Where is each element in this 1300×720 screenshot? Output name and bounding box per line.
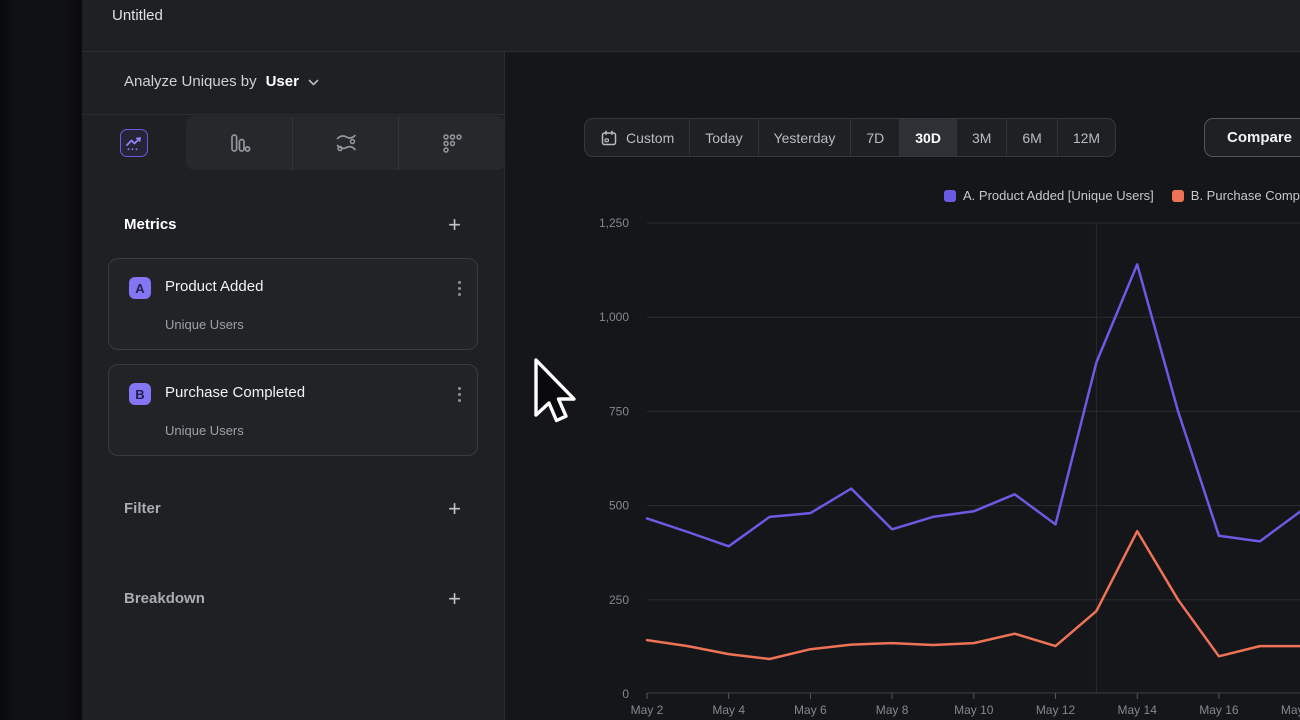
chart-panel: Custom Today Yesterday 7D 30D 3M 6M 12M … (506, 52, 1300, 720)
range-today-button[interactable]: Today (689, 119, 757, 156)
query-sidebar: Analyze Uniques by User (82, 52, 505, 720)
metric-b-subtitle[interactable]: Unique Users (165, 423, 244, 438)
analyze-row: Analyze Uniques by User (82, 52, 505, 115)
svg-text:May 10: May 10 (954, 703, 994, 717)
metric-b-title: Purchase Completed (165, 384, 305, 401)
chart-type-tabs (82, 116, 505, 170)
svg-text:May 18: May 18 (1281, 703, 1300, 717)
range-3m-button[interactable]: 3M (956, 119, 1006, 156)
range-6m-button[interactable]: 6M (1006, 119, 1056, 156)
analyze-entity-dropdown[interactable]: User (266, 73, 299, 90)
filter-label: Filter (124, 500, 161, 517)
chart-type-tab-strip (186, 116, 505, 170)
calendar-icon (600, 129, 618, 147)
metric-a-badge: A (129, 277, 151, 299)
tab-flow[interactable] (292, 116, 399, 170)
line-chart-icon (124, 133, 144, 153)
svg-text:May 8: May 8 (876, 703, 909, 717)
compare-button[interactable]: Compare (1204, 118, 1300, 157)
chevron-down-icon[interactable] (308, 79, 319, 86)
breakdown-label: Breakdown (124, 590, 205, 607)
line-chart[interactable]: 0 250 500 750 1,000 1,250 May 2 May 4 May 6 May 8… (506, 170, 1300, 720)
metric-card-b[interactable]: B Purchase Completed Unique Users (108, 364, 478, 456)
svg-text:1,250: 1,250 (599, 216, 629, 230)
svg-text:May 6: May 6 (794, 703, 827, 717)
metric-a-title: Product Added (165, 278, 263, 295)
analyze-label: Analyze Uniques by (124, 73, 257, 90)
add-metric-button[interactable]: + (448, 212, 461, 238)
screen: Untitled Analyze Uniques by User (0, 0, 1300, 720)
tab-retention-grid[interactable] (398, 116, 505, 170)
top-bar: Untitled (82, 0, 1300, 52)
metrics-label: Metrics (124, 216, 177, 233)
breakdown-header: Breakdown + (82, 586, 505, 618)
svg-text:May 16: May 16 (1199, 703, 1239, 717)
svg-text:0: 0 (622, 687, 629, 701)
app-window: Untitled Analyze Uniques by User (82, 0, 1300, 720)
range-7d-button[interactable]: 7D (850, 119, 899, 156)
metrics-header: Metrics + (82, 212, 505, 244)
range-12m-button[interactable]: 12M (1057, 119, 1115, 156)
add-breakdown-button[interactable]: + (448, 586, 461, 612)
metric-b-menu-icon[interactable] (456, 385, 463, 404)
metric-b-badge: B (129, 383, 151, 405)
date-range-segmented-control: Custom Today Yesterday 7D 30D 3M 6M 12M (584, 118, 1116, 157)
svg-text:250: 250 (609, 593, 629, 607)
tab-bar-chart[interactable] (186, 116, 292, 170)
desktop-gradient-background (0, 0, 82, 720)
svg-text:750: 750 (609, 404, 629, 418)
range-custom-button[interactable]: Custom (585, 119, 689, 156)
report-title[interactable]: Untitled (112, 7, 163, 24)
svg-text:May 2: May 2 (631, 703, 664, 717)
filter-header: Filter + (82, 496, 505, 528)
metric-a-subtitle[interactable]: Unique Users (165, 317, 244, 332)
bar-chart-icon (226, 130, 252, 156)
svg-text:May 4: May 4 (712, 703, 745, 717)
metric-a-menu-icon[interactable] (456, 279, 463, 298)
mouse-cursor (533, 358, 581, 428)
svg-text:500: 500 (609, 499, 629, 513)
retention-grid-icon (439, 130, 465, 156)
range-30d-button[interactable]: 30D (899, 119, 956, 156)
range-yesterday-button[interactable]: Yesterday (758, 119, 851, 156)
add-filter-button[interactable]: + (448, 496, 461, 522)
svg-text:May 12: May 12 (1036, 703, 1076, 717)
tab-line-chart[interactable] (82, 116, 186, 170)
metric-card-a[interactable]: A Product Added Unique Users (108, 258, 478, 350)
flow-icon (333, 130, 359, 156)
svg-text:May 14: May 14 (1118, 703, 1158, 717)
svg-text:1,000: 1,000 (599, 310, 629, 324)
